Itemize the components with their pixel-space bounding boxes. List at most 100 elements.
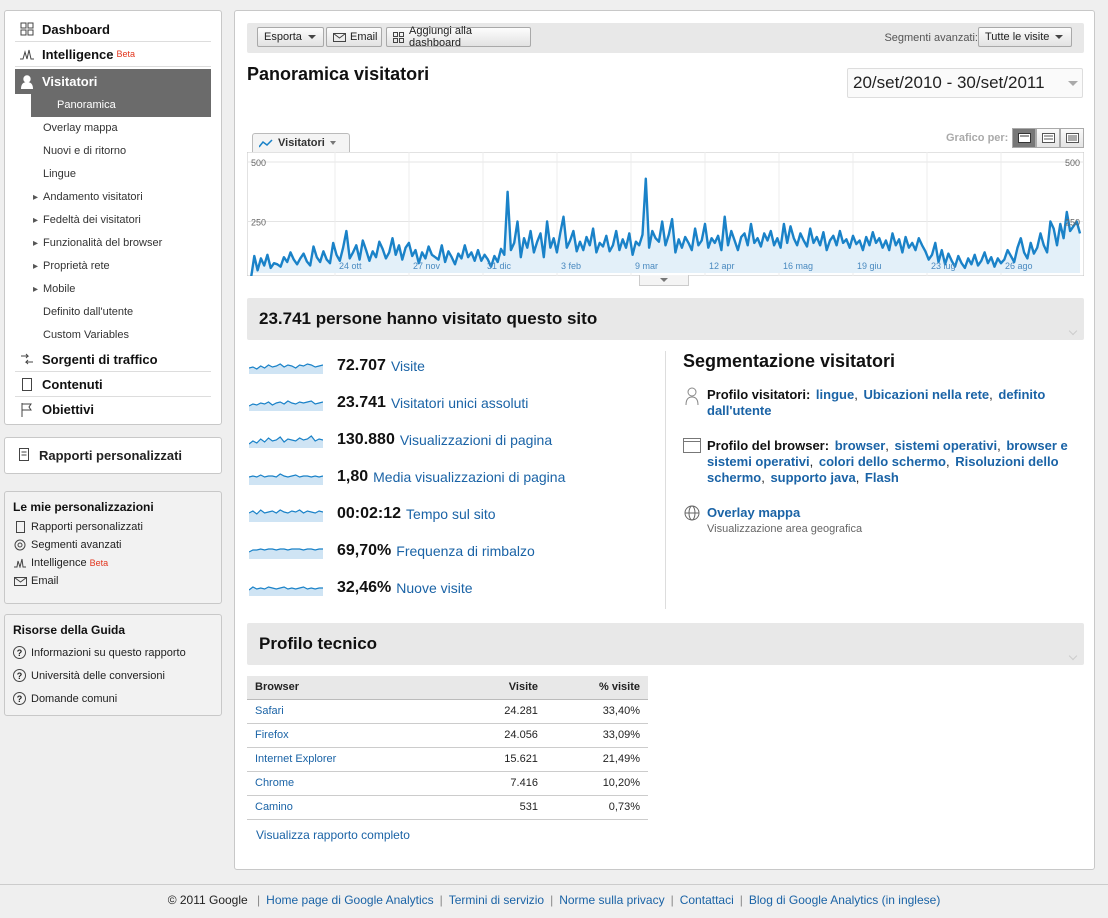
metric-link[interactable]: Nuove visite (396, 580, 472, 596)
metric-link[interactable]: Visite (391, 358, 425, 374)
export-button[interactable]: Esporta (257, 27, 324, 47)
footer-link[interactable]: Home page di Google Analytics (266, 893, 433, 907)
personal-item-label: Segmenti avanzati (31, 539, 122, 551)
column-header[interactable]: % visite (545, 676, 648, 700)
footer-divider (0, 884, 1108, 885)
sidebar-subitem[interactable]: Overlay mappa (15, 117, 211, 140)
nav-content-label: Contenuti (42, 376, 103, 392)
chart-metric-label: Visitatori (278, 137, 325, 149)
percent-cell: 10,20% (545, 771, 648, 796)
nav-intelligence[interactable]: Intelligence Beta (15, 42, 211, 67)
nav-content[interactable]: Contenuti (15, 372, 211, 397)
intelligence-icon (13, 558, 27, 568)
footer-link[interactable]: Norme sulla privacy (559, 893, 664, 907)
personal-item-label: Intelligence (31, 557, 87, 569)
visits-cell: 24.281 (457, 699, 546, 724)
sidebar-subitem[interactable]: Funzionalità del browser (15, 232, 211, 255)
metric-link[interactable]: Tempo sul sito (406, 506, 495, 522)
personal-advanced-segments[interactable]: Segmenti avanzati (13, 536, 213, 554)
chevron-down-icon (307, 35, 316, 39)
sidebar-subitem[interactable]: Mobile (15, 278, 211, 301)
help-faq[interactable]: ? Domande comuni (13, 687, 213, 710)
beta-badge: Beta (116, 49, 136, 59)
visits-cell: 531 (457, 795, 546, 820)
metric-link[interactable]: Visualizzazioni di pagina (400, 432, 552, 448)
segment-link[interactable]: Ubicazioni nella rete (863, 387, 989, 402)
nav-traffic-sources[interactable]: Sorgenti di traffico (15, 347, 211, 372)
chart-collapse-toggle[interactable] (639, 275, 689, 286)
sidebar-subitem[interactable]: Lingue (15, 163, 211, 186)
email-label: Email (350, 31, 378, 43)
dashboard-icon (19, 22, 35, 36)
full-report-link[interactable]: Visualizza rapporto completo (256, 828, 410, 842)
sidebar-subitem[interactable]: Panoramica (31, 94, 211, 117)
add-to-dashboard-button[interactable]: Aggiungi alla dashboard (386, 25, 531, 49)
column-header[interactable]: Visite (457, 676, 546, 700)
footer-separator: | (550, 893, 554, 907)
view-by-week-button[interactable] (1036, 128, 1060, 148)
nav-visitors[interactable]: Visitatori (15, 69, 211, 94)
view-by-month-button[interactable] (1060, 128, 1084, 148)
footer: © 2011 Google | Home page di Google Analy… (0, 893, 1108, 907)
chart-metric-tab[interactable]: Visitatori (252, 133, 350, 152)
copyright: © 2011 Google (167, 893, 248, 907)
metric-value: 1,80 (337, 468, 369, 485)
metric-link[interactable]: Visitatori unici assoluti (391, 395, 528, 411)
date-range-selector[interactable]: 20/set/2010 - 30/set/2011 (847, 68, 1083, 98)
footer-link[interactable]: Termini di servizio (449, 893, 544, 907)
visitors-chart: 500 500 250 250 24 ott 27 nov 31 dic 3 feb 9 mar… (247, 152, 1084, 276)
personal-custom-reports[interactable]: Rapporti personalizzati (13, 518, 213, 536)
segment-link[interactable]: supporto java (770, 470, 855, 485)
email-button[interactable]: Email (326, 27, 382, 47)
view-by-day-button[interactable] (1012, 128, 1036, 148)
sidebar-subitem[interactable]: Andamento visitatori (15, 186, 211, 209)
footer-separator: | (739, 893, 743, 907)
sidebar-subitem[interactable]: Nuovi e di ritorno (15, 140, 211, 163)
metric-link[interactable]: Media visualizzazioni di pagina (373, 469, 565, 485)
toolbar: Esporta Email Aggiungi alla dashboard Se… (247, 23, 1084, 53)
segment-link[interactable]: sistemi operativi (895, 438, 998, 453)
sidebar-subitem[interactable]: Proprietà rete (15, 255, 211, 278)
browser-name-link[interactable]: Safari (247, 699, 457, 724)
personal-email[interactable]: Email (13, 572, 213, 590)
add-to-dashboard-label: Aggiungi alla dashboard (409, 25, 472, 49)
chevron-down-icon (1068, 81, 1078, 86)
segment-link[interactable]: browser (835, 438, 886, 453)
x-tick-label: 27 nov (413, 261, 441, 271)
custom-reports-link[interactable]: Rapporti personalizzati (4, 437, 222, 474)
browser-name-link[interactable]: Firefox (247, 723, 457, 748)
browser-name-link[interactable]: Chrome (247, 771, 457, 796)
beta-badge: Beta (89, 558, 109, 568)
target-icon (13, 539, 27, 551)
help-conversion-university[interactable]: ? Università delle conversioni (13, 664, 213, 687)
help-item-label: Domande comuni (31, 692, 118, 705)
help-title: Risorse della Guida (13, 623, 126, 637)
segment-link[interactable]: lingue (816, 387, 854, 402)
chevron-down-icon (329, 141, 336, 145)
sparkline (249, 548, 323, 559)
footer-links: | Home page di Google Analytics | Termini d… (251, 893, 940, 907)
personal-intelligence[interactable]: Intelligence Beta (13, 554, 213, 572)
help-panel: Risorse della Guida ? Informazioni su qu… (4, 614, 222, 716)
segment-link[interactable]: colori dello schermo (819, 454, 946, 469)
footer-link[interactable]: Contattaci (680, 893, 734, 907)
browser-name-link[interactable]: Internet Explorer (247, 747, 457, 772)
sidebar-subitem[interactable]: Fedeltà dei visitatori (15, 209, 211, 232)
segment-select[interactable]: Tutte le visite (978, 27, 1072, 47)
help-item-label: Università delle conversioni (31, 669, 165, 682)
segment-link[interactable]: Flash (865, 470, 899, 485)
footer-link[interactable]: Blog di Google Analytics (in inglese) (749, 893, 940, 907)
sidebar-subitem[interactable]: Custom Variables (15, 324, 211, 347)
date-range-value: 20/set/2010 - 30/set/2011 (853, 73, 1045, 92)
help-about-report[interactable]: ? Informazioni su questo rapporto (13, 641, 213, 664)
nav-panel: Dashboard Intelligence Beta Visitatori Pa… (4, 10, 222, 425)
nav-dashboard[interactable]: Dashboard (15, 17, 211, 42)
metric-link[interactable]: Frequenza di rimbalzo (396, 543, 535, 559)
overlay-map-link[interactable]: Overlay mappa (707, 505, 800, 520)
summary-header: 23.741 persone hanno visitato questo sit… (247, 298, 1084, 340)
column-header[interactable]: Browser (247, 676, 457, 700)
browser-name-link[interactable]: Camino (247, 795, 457, 820)
sidebar-subitem[interactable]: Definito dall'utente (15, 301, 211, 324)
footer-separator: | (670, 893, 674, 907)
nav-goals[interactable]: Obiettivi (15, 397, 211, 422)
